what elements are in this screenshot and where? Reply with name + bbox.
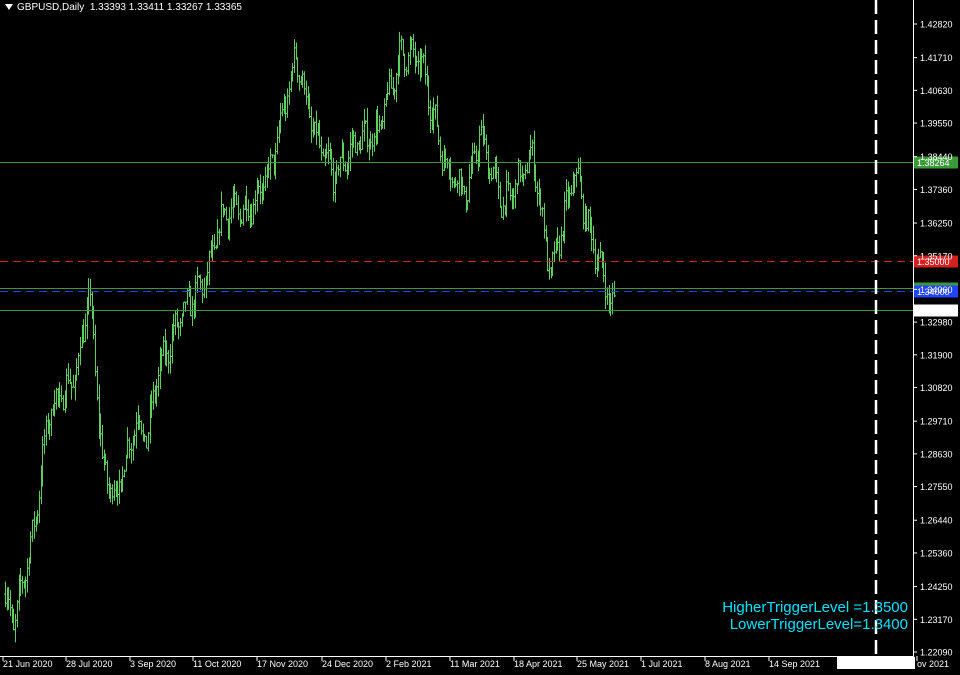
price-tick-label: 1.37360 (920, 185, 953, 195)
price-tick-label: 1.36250 (920, 219, 953, 229)
symbol-label: GBPUSD,Daily (17, 2, 85, 13)
lower-trigger-text: LowerTriggerLevel=1.3400 (729, 616, 908, 633)
time-tick-label: 2 Feb 2021 (386, 659, 432, 669)
price-tick-label: 1.42820 (920, 20, 953, 30)
time-tick-label: 18 Apr 2021 (514, 659, 563, 669)
price-tick-label: 1.25360 (920, 548, 953, 558)
price-tick-label: 1.23170 (920, 615, 953, 625)
crosshair-time-label: 2021.11.15 00:00 (841, 659, 910, 669)
time-tick-label: 25 May 2021 (577, 659, 629, 669)
price-tick-label: 1.22090 (920, 648, 953, 658)
dropdown-triangle-icon[interactable] (5, 4, 13, 11)
price-tick-label: 1.29710 (920, 417, 953, 427)
time-tick-label: 1 Jul 2021 (641, 659, 683, 669)
price-tick-label: 1.26440 (920, 516, 953, 526)
price-tick-label: 1.28630 (920, 449, 953, 459)
time-tick-label: 8 Aug 2021 (705, 659, 751, 669)
time-tick-label: 11 Mar 2021 (450, 659, 500, 669)
price-chart[interactable]: 1.382641.350001.341121.340001.33365 1.42… (0, 0, 960, 675)
ohlc-values: 1.33393 1.33411 1.33267 1.33365 (89, 2, 242, 13)
price-tick-label: 1.35170 (920, 251, 953, 261)
price-tick-label: 1.32980 (920, 318, 953, 328)
price-tick-label: 1.41710 (920, 53, 953, 63)
time-tick-label: 28 Jul 2020 (66, 659, 113, 669)
chart-header: GBPUSD,Daily 1.33393 1.33411 1.33267 1.3… (5, 2, 242, 13)
time-tick-label: 21 Jun 2020 (3, 659, 53, 669)
price-tick-label: 1.24250 (920, 582, 953, 592)
time-tick-label: ov 2021 (917, 659, 949, 669)
price-tick-label: 1.31900 (920, 350, 953, 360)
time-tick-label: 14 Sep 2021 (769, 659, 820, 669)
price-tick-label: 1.34060 (920, 285, 953, 295)
price-tick-label: 1.27550 (920, 482, 953, 492)
time-tick-label: 17 Nov 2020 (257, 659, 308, 669)
price-tick-label: 1.40630 (920, 86, 953, 96)
price-tick-label: 1.30820 (920, 383, 953, 393)
time-tick-label: 11 Oct 2020 (193, 659, 241, 669)
higher-trigger-text: HigherTriggerLevel =1.3500 (722, 599, 908, 616)
current-price-line-value: 1.33365 (917, 306, 950, 316)
time-tick-label: 24 Dec 2020 (322, 659, 373, 669)
price-tick-label: 1.39550 (920, 119, 953, 129)
price-tick-label: 1.38440 (920, 152, 953, 162)
chart-background (0, 0, 960, 675)
time-tick-label: 3 Sep 2020 (130, 659, 176, 669)
